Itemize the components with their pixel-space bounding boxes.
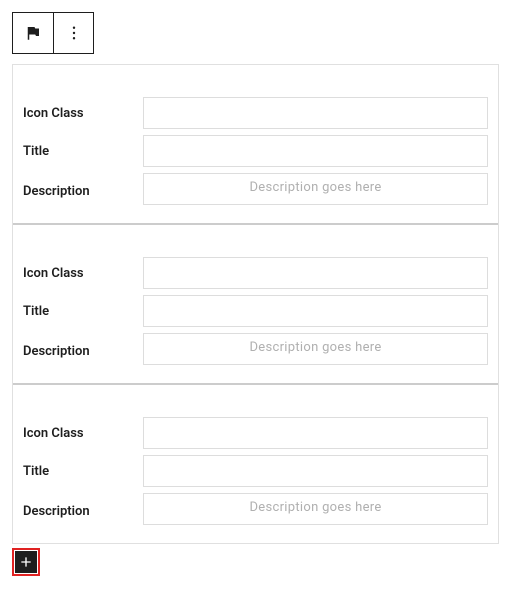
icon-class-input[interactable] xyxy=(143,257,488,289)
title-label: Title xyxy=(23,464,143,479)
plus-icon xyxy=(18,554,34,570)
more-vertical-icon xyxy=(65,24,83,42)
icon-class-label: Icon Class xyxy=(23,426,143,441)
flag-icon xyxy=(24,24,42,42)
title-input[interactable] xyxy=(143,455,488,487)
description-input[interactable] xyxy=(143,493,488,525)
block-panel: Icon Class Title Description Icon Class … xyxy=(12,64,499,544)
feature-item: Icon Class Title Description xyxy=(13,65,498,223)
description-input[interactable] xyxy=(143,333,488,365)
description-label: Description xyxy=(23,344,143,359)
icon-class-label: Icon Class xyxy=(23,106,143,121)
add-item-button[interactable] xyxy=(15,551,37,573)
more-options-button[interactable] xyxy=(53,13,93,53)
add-item-highlight xyxy=(12,548,40,576)
title-input[interactable] xyxy=(143,135,488,167)
block-toolbar xyxy=(12,12,94,54)
icon-class-input[interactable] xyxy=(143,97,488,129)
feature-item: Icon Class Title Description xyxy=(13,383,498,543)
description-label: Description xyxy=(23,184,143,199)
block-type-button[interactable] xyxy=(13,13,53,53)
title-label: Title xyxy=(23,304,143,319)
icon-class-label: Icon Class xyxy=(23,266,143,281)
title-label: Title xyxy=(23,144,143,159)
description-label: Description xyxy=(23,504,143,519)
icon-class-input[interactable] xyxy=(143,417,488,449)
description-input[interactable] xyxy=(143,173,488,205)
title-input[interactable] xyxy=(143,295,488,327)
feature-item: Icon Class Title Description xyxy=(13,223,498,383)
